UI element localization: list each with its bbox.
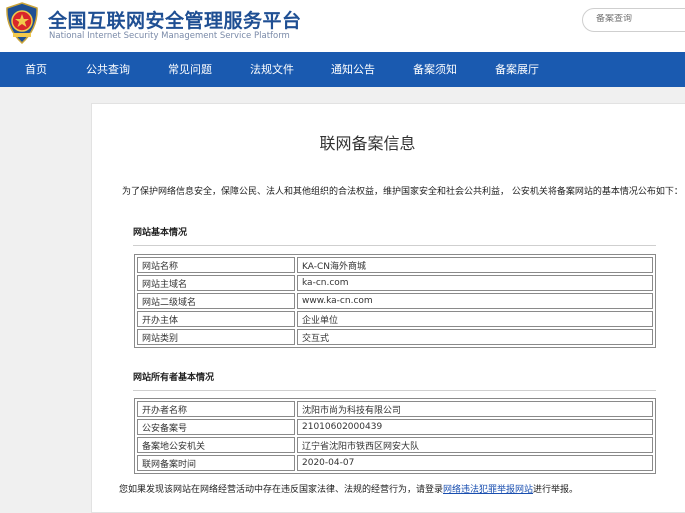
row-value: 交互式 xyxy=(297,329,653,345)
nav-item-filing-hall[interactable]: 备案展厅 xyxy=(495,52,539,87)
row-key: 开办者名称 xyxy=(137,401,295,417)
row-key: 网站类别 xyxy=(137,329,295,345)
table-row: 联网备案时间 2020-04-07 xyxy=(137,455,653,471)
site-info-table: 网站名称 KA-CN海外商城 网站主域名 ka-cn.com 网站二级域名 ww… xyxy=(134,254,656,348)
nav-item-faq[interactable]: 常见问题 xyxy=(168,52,212,87)
row-value: 21010602000439 xyxy=(297,419,653,435)
row-value: ka-cn.com xyxy=(297,275,653,291)
owner-info-table: 开办者名称 沈阳市尚为科技有限公司 公安备案号 21010602000439 备… xyxy=(134,398,656,474)
row-key: 网站主域名 xyxy=(137,275,295,291)
row-value: www.ka-cn.com xyxy=(297,293,653,309)
report-notice-prefix: 您如果发现该网站在网络经营活动中存在违反国家法律、法规的经营行为，请登录 xyxy=(119,485,444,495)
row-key: 公安备案号 xyxy=(137,419,295,435)
table-row: 网站名称 KA-CN海外商城 xyxy=(137,257,653,273)
section-divider xyxy=(133,245,656,246)
row-key: 备案地公安机关 xyxy=(137,437,295,453)
search-input[interactable] xyxy=(596,14,685,24)
row-value: 企业单位 xyxy=(297,311,653,327)
table-row: 网站二级域名 www.ka-cn.com xyxy=(137,293,653,309)
owner-info-section-title: 网站所有者基本情况 xyxy=(133,373,215,383)
main-nav: 首页 公共查询 常见问题 法规文件 通知公告 备案须知 备案展厅 xyxy=(0,52,685,87)
intro-text: 为了保护网络信息安全，保障公民、法人和其他组织的合法权益，维护国家安全和社会公共… xyxy=(122,187,683,197)
nav-item-notices[interactable]: 通知公告 xyxy=(331,52,375,87)
nav-item-regulations[interactable]: 法规文件 xyxy=(250,52,294,87)
report-notice-suffix: 进行举报。 xyxy=(533,485,579,495)
nav-item-home[interactable]: 首页 xyxy=(25,52,47,87)
report-notice: 您如果发现该网站在网络经营活动中存在违反国家法律、法规的经营行为，请登录网络违法… xyxy=(119,482,578,495)
row-value: 辽宁省沈阳市铁西区网安大队 xyxy=(297,437,653,453)
row-key: 开办主体 xyxy=(137,311,295,327)
row-key: 联网备案时间 xyxy=(137,455,295,471)
site-subtitle: National Internet Security Management Se… xyxy=(49,31,290,41)
table-row: 网站主域名 ka-cn.com xyxy=(137,275,653,291)
report-site-link[interactable]: 网络违法犯罪举报网站 xyxy=(443,485,533,495)
page-title: 联网备案信息 xyxy=(319,134,416,153)
police-emblem-icon[interactable] xyxy=(2,2,42,44)
row-value: KA-CN海外商城 xyxy=(297,257,653,273)
table-row: 备案地公安机关 辽宁省沈阳市铁西区网安大队 xyxy=(137,437,653,453)
site-header: 全国互联网安全管理服务平台 National Internet Security… xyxy=(0,0,685,52)
table-row: 开办者名称 沈阳市尚为科技有限公司 xyxy=(137,401,653,417)
row-value: 沈阳市尚为科技有限公司 xyxy=(297,401,653,417)
nav-item-filing-guide[interactable]: 备案须知 xyxy=(413,52,457,87)
search-box[interactable] xyxy=(582,8,685,32)
site-info-section-title: 网站基本情况 xyxy=(133,228,188,238)
table-row: 网站类别 交互式 xyxy=(137,329,653,345)
row-key: 网站名称 xyxy=(137,257,295,273)
site-title: 全国互联网安全管理服务平台 xyxy=(48,10,302,32)
nav-item-public-query[interactable]: 公共查询 xyxy=(86,52,130,87)
table-row: 开办主体 企业单位 xyxy=(137,311,653,327)
section-divider xyxy=(133,390,656,391)
table-row: 公安备案号 21010602000439 xyxy=(137,419,653,435)
row-key: 网站二级域名 xyxy=(137,293,295,309)
row-value: 2020-04-07 xyxy=(297,455,653,471)
